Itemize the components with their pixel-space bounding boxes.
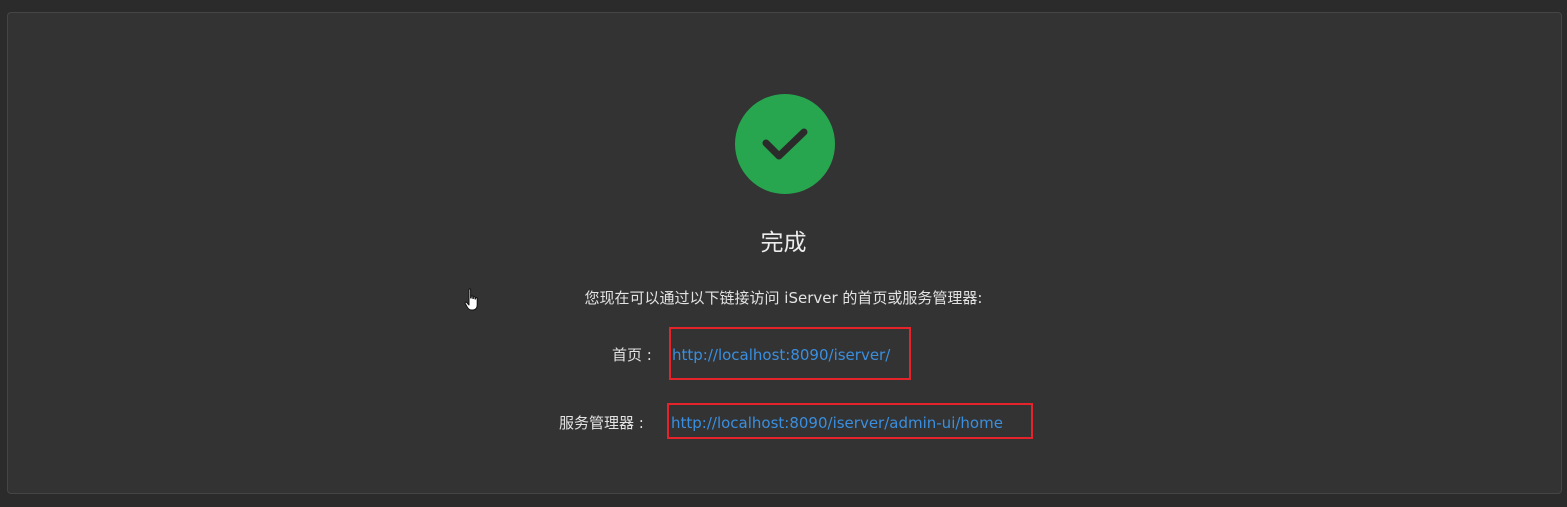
homepage-link[interactable]: http://localhost:8090/iserver/ bbox=[672, 345, 890, 365]
page-title: 完成 bbox=[760, 230, 807, 256]
homepage-label: 首页 : bbox=[612, 346, 652, 364]
success-checkmark-icon bbox=[735, 94, 835, 194]
hand-cursor-icon bbox=[464, 288, 480, 316]
checkmark-icon bbox=[762, 128, 808, 160]
completion-description: 您现在可以通过以下链接访问 iServer 的首页或服务管理器: bbox=[584, 289, 983, 307]
service-manager-link[interactable]: http://localhost:8090/iserver/admin-ui/h… bbox=[671, 413, 1003, 433]
service-manager-label: 服务管理器 : bbox=[559, 414, 644, 432]
